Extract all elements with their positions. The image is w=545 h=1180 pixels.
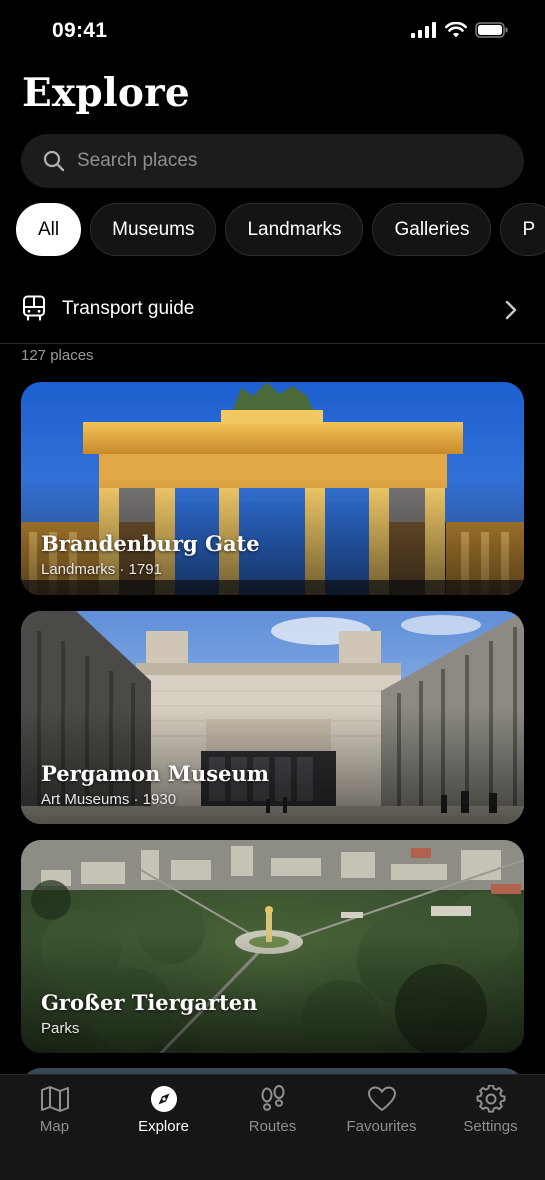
footprints-icon bbox=[261, 1085, 284, 1111]
search-icon bbox=[43, 150, 65, 172]
transport-guide-label: Transport guide bbox=[62, 298, 195, 319]
tab-label: Settings bbox=[463, 1118, 518, 1135]
page-title: Explore bbox=[22, 70, 190, 116]
tab-settings[interactable]: Settings bbox=[436, 1085, 545, 1155]
transport-guide-row[interactable]: Transport guide bbox=[0, 282, 545, 344]
tab-map[interactable]: Map bbox=[0, 1085, 109, 1155]
filter-chip-museums[interactable]: Museums bbox=[90, 203, 217, 256]
tab-routes[interactable]: Routes bbox=[218, 1085, 327, 1155]
tab-favourites[interactable]: Favourites bbox=[327, 1085, 436, 1155]
card-shade bbox=[21, 840, 524, 1053]
tab-label: Explore bbox=[138, 1118, 189, 1135]
status-bar: 09:41 bbox=[0, 0, 545, 62]
filter-chips: All Museums Landmarks Galleries P bbox=[16, 203, 545, 257]
status-icons bbox=[411, 22, 509, 38]
place-meta: Art Museums · 1930 bbox=[41, 791, 177, 808]
place-count: 127 places bbox=[21, 347, 94, 364]
place-meta: Parks bbox=[41, 1020, 80, 1037]
gear-icon bbox=[476, 1085, 505, 1113]
filter-chip-all[interactable]: All bbox=[16, 203, 82, 256]
filter-chip-landmarks[interactable]: Landmarks bbox=[225, 203, 364, 256]
tab-explore[interactable]: Explore bbox=[109, 1085, 218, 1155]
battery-icon bbox=[475, 22, 508, 38]
place-card[interactable]: Brandenburg Gate Landmarks · 1791 bbox=[21, 382, 524, 595]
wifi-icon bbox=[445, 22, 467, 38]
place-name: Brandenburg Gate bbox=[41, 531, 260, 556]
place-name: Großer Tiergarten bbox=[41, 990, 258, 1015]
tab-label: Map bbox=[39, 1118, 70, 1135]
place-card[interactable]: Großer Tiergarten Parks bbox=[21, 840, 524, 1053]
search-bar[interactable] bbox=[21, 134, 524, 188]
tab-bar: Map Explore Routes Favourites Settings bbox=[0, 1074, 545, 1180]
search-input[interactable] bbox=[77, 150, 477, 172]
bus-icon bbox=[23, 295, 45, 321]
compass-icon bbox=[150, 1086, 177, 1112]
place-name: Pergamon Museum bbox=[41, 761, 269, 786]
chevron-right-icon bbox=[505, 300, 517, 320]
place-card[interactable]: Pergamon Museum Art Museums · 1930 bbox=[21, 611, 524, 824]
filter-chip-more[interactable]: P bbox=[500, 203, 545, 256]
filter-chip-galleries[interactable]: Galleries bbox=[372, 203, 492, 256]
map-icon bbox=[40, 1086, 69, 1112]
place-meta: Landmarks · 1791 bbox=[41, 561, 162, 578]
tab-label: Routes bbox=[248, 1118, 297, 1135]
heart-icon bbox=[367, 1086, 396, 1111]
cellular-signal-icon bbox=[411, 22, 436, 38]
tab-label: Favourites bbox=[346, 1118, 417, 1135]
status-time: 09:41 bbox=[52, 19, 108, 42]
